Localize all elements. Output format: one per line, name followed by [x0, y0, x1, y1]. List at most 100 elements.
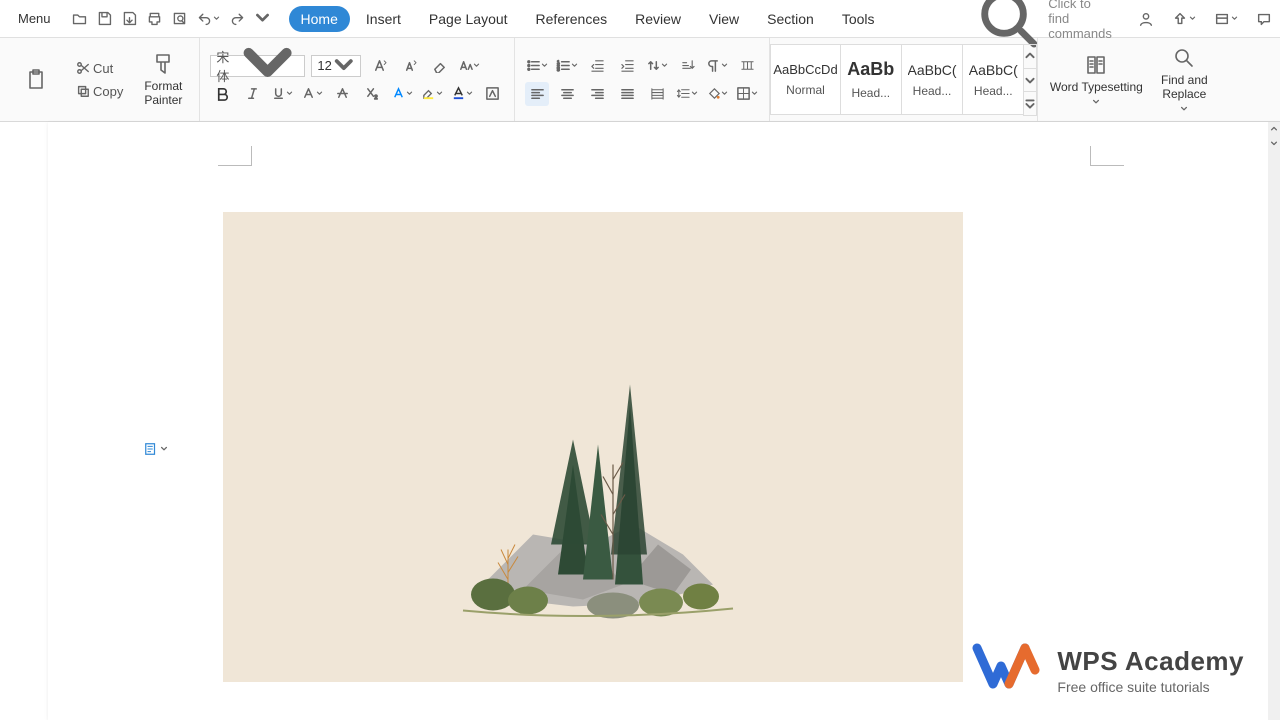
font-name-select[interactable]: 宋体 — [210, 55, 305, 77]
subscript-icon: 2 — [365, 86, 380, 101]
window-options-button[interactable] — [1214, 11, 1238, 27]
line-spacing-button[interactable] — [675, 82, 699, 106]
underline-button[interactable] — [270, 82, 294, 106]
vertical-scrollbar[interactable] — [1268, 122, 1280, 720]
sort-button[interactable] — [675, 54, 699, 78]
tab-review[interactable]: Review — [623, 6, 693, 32]
change-case-button[interactable] — [457, 54, 481, 78]
align-right-button[interactable] — [585, 82, 609, 106]
style-label: Head... — [851, 86, 890, 100]
chevron-down-icon — [1189, 15, 1196, 22]
find-replace-button[interactable]: Find and Replace — [1154, 44, 1214, 115]
tab-home[interactable]: Home — [289, 6, 350, 32]
document-area: WPS Academy Free office suite tutorials — [0, 122, 1280, 720]
menu-dropdown[interactable]: Menu — [8, 8, 61, 29]
scroll-down-button[interactable] — [1268, 136, 1280, 150]
gallery-scroll-down[interactable] — [1023, 68, 1037, 93]
print-preview-icon[interactable] — [171, 10, 188, 27]
chevron-down-icon — [1180, 105, 1188, 113]
tab-tools[interactable]: Tools — [830, 6, 887, 32]
show-marks-button[interactable] — [705, 54, 729, 78]
style-heading2[interactable]: AaBbC( Head... — [901, 44, 963, 115]
italic-button[interactable] — [240, 82, 264, 106]
shading-button[interactable] — [705, 82, 729, 106]
font-size-select[interactable]: 12 — [311, 55, 361, 77]
typesetting-icon — [1084, 53, 1108, 77]
char-border-icon — [485, 86, 500, 101]
open-icon[interactable] — [71, 10, 88, 27]
increase-indent-button[interactable] — [615, 54, 639, 78]
highlight-button[interactable] — [420, 82, 444, 106]
align-left-button[interactable] — [525, 82, 549, 106]
numbering-button[interactable]: 123 — [555, 54, 579, 78]
shrink-font-button[interactable] — [397, 54, 421, 78]
share-button[interactable] — [1172, 11, 1196, 27]
redo-icon[interactable] — [229, 10, 246, 27]
page-anchor-icon — [144, 442, 158, 456]
bucket-icon — [706, 86, 721, 101]
user-icon[interactable] — [1138, 11, 1154, 27]
grow-font-button[interactable] — [367, 54, 391, 78]
style-preview: AaBbCcDd — [773, 62, 837, 77]
text-direction-button[interactable] — [645, 54, 669, 78]
cut-button[interactable]: Cut — [72, 59, 127, 78]
borders-button[interactable] — [735, 82, 759, 106]
print-icon[interactable] — [146, 10, 163, 27]
font-color-outline-button[interactable] — [300, 82, 324, 106]
search-icon — [1172, 46, 1196, 70]
align-left-icon — [530, 86, 545, 101]
character-border-button[interactable] — [480, 82, 504, 106]
chevron-down-icon — [1231, 15, 1238, 22]
tab-view[interactable]: View — [697, 6, 751, 32]
line-spacing-icon — [676, 86, 691, 101]
undo-button[interactable] — [196, 10, 221, 27]
copy-icon — [76, 84, 90, 98]
justify-button[interactable] — [615, 82, 639, 106]
save-icon[interactable] — [96, 10, 113, 27]
tab-insert[interactable]: Insert — [354, 6, 413, 32]
decrease-indent-button[interactable] — [585, 54, 609, 78]
distributed-button[interactable] — [645, 82, 669, 106]
chevron-down-icon — [1270, 139, 1278, 147]
tab-references[interactable]: References — [524, 6, 620, 32]
bold-button[interactable] — [210, 82, 234, 106]
chevron-down-icon — [751, 90, 758, 97]
bullets-icon — [526, 58, 541, 73]
style-heading3[interactable]: AaBbC( Head... — [962, 44, 1024, 115]
case-icon — [458, 58, 473, 73]
format-painter-button[interactable]: Format Painter — [137, 44, 189, 115]
style-heading1[interactable]: AaBb Head... — [840, 44, 902, 115]
clear-formatting-button[interactable] — [427, 54, 451, 78]
word-typesetting-button[interactable]: Word Typesetting — [1048, 44, 1144, 115]
bullets-button[interactable] — [525, 54, 549, 78]
inserted-image[interactable] — [223, 212, 963, 682]
align-center-button[interactable] — [555, 82, 579, 106]
strikethrough-button[interactable] — [330, 82, 354, 106]
save-as-icon[interactable] — [121, 10, 138, 27]
comment-icon[interactable] — [1256, 11, 1272, 27]
underline-icon — [271, 86, 286, 101]
copy-button[interactable]: Copy — [72, 82, 127, 101]
subscript-button[interactable]: 2 — [360, 82, 384, 106]
tabs-button[interactable] — [735, 54, 759, 78]
tab-page-layout[interactable]: Page Layout — [417, 6, 520, 32]
chevron-up-icon — [1270, 125, 1278, 133]
anchor-handle[interactable] — [144, 442, 168, 456]
style-normal[interactable]: AaBbCcDd Normal — [770, 44, 840, 115]
text-effects-button[interactable] — [390, 82, 414, 106]
scroll-up-button[interactable] — [1268, 122, 1280, 136]
styles-gallery: AaBbCcDd Normal AaBb Head... AaBbC( Head… — [770, 38, 1038, 121]
document-page[interactable]: WPS Academy Free office suite tutorials — [48, 122, 1280, 720]
wps-academy-watermark: WPS Academy Free office suite tutorials — [971, 642, 1244, 698]
indent-icon — [620, 58, 635, 73]
font-color-button[interactable] — [450, 82, 474, 106]
borders-icon — [736, 86, 751, 101]
gallery-expand[interactable] — [1023, 91, 1037, 116]
qat-more-icon[interactable] — [254, 10, 271, 27]
tab-section[interactable]: Section — [755, 6, 826, 32]
chevron-down-icon — [406, 90, 413, 97]
forest-illustration — [423, 345, 763, 635]
gallery-scroll-up[interactable] — [1023, 44, 1037, 69]
paste-button[interactable] — [10, 44, 62, 115]
outdent-icon — [590, 58, 605, 73]
